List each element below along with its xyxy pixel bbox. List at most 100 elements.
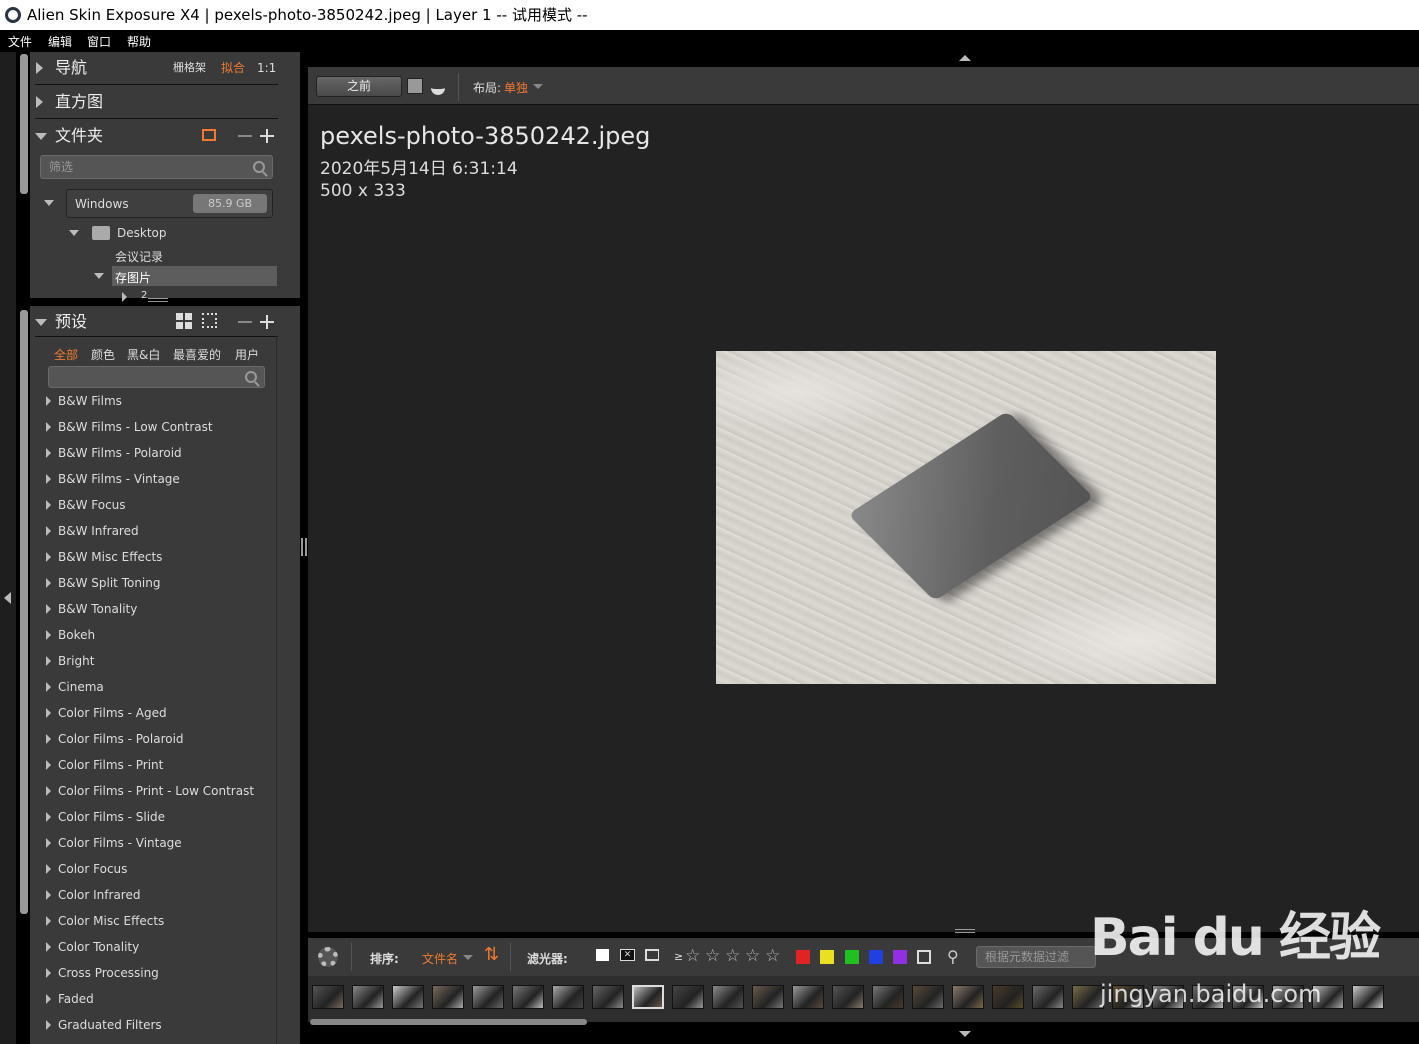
preset-item[interactable]: Color Films - Print	[18, 752, 258, 778]
preset-item[interactable]: B&W Focus	[18, 492, 258, 518]
photo-preview[interactable]	[716, 351, 1216, 684]
filmstrip-thumbnail[interactable]	[592, 985, 624, 1009]
flag-picked-icon[interactable]	[596, 949, 609, 961]
filmstrip-thumbnail[interactable]	[632, 985, 664, 1009]
collapse-folder-icon[interactable]	[69, 230, 79, 236]
resize-grip-2[interactable]	[955, 932, 975, 933]
preset-item[interactable]: B&W Films - Polaroid	[18, 440, 258, 466]
collapse-folder-icon[interactable]	[94, 273, 104, 279]
chevron-down-icon[interactable]	[533, 84, 543, 89]
collapse-drive-icon[interactable]	[44, 200, 54, 206]
star-2-icon[interactable]: ☆	[705, 946, 720, 966]
folder-desktop[interactable]: Desktop	[117, 226, 167, 240]
color-label-blue[interactable]	[869, 950, 883, 964]
filmstrip-thumbnail[interactable]	[552, 985, 584, 1009]
preset-item[interactable]: B&W Misc Effects	[18, 544, 258, 570]
filmstrip-thumbnail[interactable]	[312, 985, 344, 1009]
star-4-icon[interactable]: ☆	[745, 946, 760, 966]
filmstrip-thumbnail[interactable]	[832, 985, 864, 1009]
preset-tab-user[interactable]: 用户	[235, 346, 259, 363]
collapse-left-icon[interactable]	[4, 592, 11, 604]
remove-icon[interactable]	[238, 321, 252, 323]
preset-item[interactable]: Faded	[18, 986, 258, 1012]
collapse-bottom-icon[interactable]	[959, 1031, 971, 1037]
folder-filter-input[interactable]: 筛选	[40, 155, 273, 179]
remove-icon[interactable]	[238, 135, 252, 137]
preset-item[interactable]: Bokeh	[18, 622, 258, 648]
left-collapse-strip[interactable]	[0, 52, 16, 1044]
preset-tab-all[interactable]: 全部	[54, 346, 78, 363]
filmstrip-scrollbar[interactable]	[310, 1019, 587, 1025]
filmstrip-thumbnail[interactable]	[432, 985, 464, 1009]
preset-item[interactable]: B&W Films - Vintage	[18, 466, 258, 492]
preset-item[interactable]: Bright	[18, 648, 258, 674]
folder-meetings[interactable]: 会议记录	[115, 248, 163, 265]
star-5-icon[interactable]: ☆	[765, 946, 780, 966]
layout-dropdown[interactable]: 单独	[504, 79, 528, 96]
star-3-icon[interactable]: ☆	[725, 946, 740, 966]
preset-item[interactable]: Cinema	[18, 674, 258, 700]
preset-search-input[interactable]	[48, 366, 265, 388]
filmstrip-thumbnail[interactable]	[1032, 985, 1064, 1009]
before-button[interactable]: 之前	[316, 76, 402, 97]
preset-item[interactable]: Graduated Filters	[18, 1012, 258, 1038]
search-icon[interactable]	[245, 371, 257, 383]
expand-view-icon[interactable]	[202, 313, 217, 328]
resize-grip[interactable]	[955, 929, 975, 930]
nav-1to1-option[interactable]: 1:1	[257, 52, 276, 84]
flag-unflagged-icon[interactable]	[645, 949, 659, 961]
preset-item[interactable]: B&W Films	[18, 388, 258, 414]
open-folder-icon[interactable]	[202, 129, 216, 141]
preset-item[interactable]: Color Films - Aged	[18, 700, 258, 726]
filmstrip-thumbnail[interactable]	[712, 985, 744, 1009]
preset-item[interactable]: Color Infrared	[18, 882, 258, 908]
preset-item[interactable]: Color Films - Print - Low Contrast	[18, 778, 258, 804]
filmstrip-thumbnail[interactable]	[472, 985, 504, 1009]
preset-item[interactable]: Cross Processing	[18, 960, 258, 986]
navigation-header[interactable]: 导航 栅格架 拟合 1:1	[30, 52, 280, 84]
resize-grip[interactable]	[148, 298, 168, 299]
grid-view-icon[interactable]	[176, 313, 192, 329]
nav-fit-option[interactable]: 拟合	[221, 52, 245, 84]
folders-header[interactable]: 文件夹	[30, 120, 290, 152]
mask-icon[interactable]	[431, 77, 445, 95]
preset-item[interactable]: Color Focus	[18, 856, 258, 882]
menu-help[interactable]: 帮助	[127, 33, 151, 50]
preset-item[interactable]: Color Misc Effects	[18, 908, 258, 934]
menu-window[interactable]: 窗口	[87, 33, 111, 50]
star-1-icon[interactable]: ☆	[685, 946, 700, 966]
flag-rejected-icon[interactable]: ✕	[620, 949, 635, 961]
nav-grid-option[interactable]: 栅格架	[173, 52, 206, 84]
sort-direction-icon[interactable]: ⇅	[484, 944, 499, 965]
folder-2[interactable]: 2	[141, 290, 147, 298]
preset-item[interactable]: Color Films - Slide	[18, 804, 258, 830]
preset-tab-bw[interactable]: 黑&白	[127, 346, 160, 363]
filmstrip-thumbnail[interactable]	[512, 985, 544, 1009]
filmstrip-thumbnail[interactable]	[872, 985, 904, 1009]
preset-tab-color[interactable]: 颜色	[91, 346, 115, 363]
metadata-filter-input[interactable]: 根据元数据过滤	[976, 946, 1096, 968]
panel-splitter[interactable]	[300, 52, 308, 1044]
preset-item[interactable]: B&W Films - Low Contrast	[18, 414, 258, 440]
drive-item[interactable]: Windows 85.9 GB	[66, 189, 273, 218]
filmstrip-thumbnail[interactable]	[392, 985, 424, 1009]
preset-item[interactable]: Color Tonality	[18, 934, 258, 960]
preset-item[interactable]: B&W Tonality	[18, 596, 258, 622]
preset-item[interactable]: B&W Split Toning	[18, 570, 258, 596]
histogram-header[interactable]: 直方图	[30, 86, 290, 118]
color-label-yellow[interactable]	[820, 950, 834, 964]
expand-icon[interactable]	[122, 292, 127, 302]
menu-edit[interactable]: 编辑	[48, 33, 72, 50]
filmstrip-thumbnail[interactable]	[952, 985, 984, 1009]
gear-icon[interactable]	[318, 947, 338, 967]
filmstrip-thumbnail[interactable]	[912, 985, 944, 1009]
preset-tab-favorites[interactable]: 最喜爱的	[173, 346, 221, 363]
color-label-none[interactable]	[917, 950, 931, 964]
preset-item[interactable]: Color Films - Vintage	[18, 830, 258, 856]
menu-file[interactable]: 文件	[8, 33, 32, 50]
resize-grip-2[interactable]	[148, 301, 168, 302]
color-label-purple[interactable]	[893, 950, 907, 964]
compare-toggle-icon[interactable]	[407, 78, 423, 94]
color-label-red[interactable]	[796, 950, 810, 964]
filmstrip-thumbnail[interactable]	[792, 985, 824, 1009]
